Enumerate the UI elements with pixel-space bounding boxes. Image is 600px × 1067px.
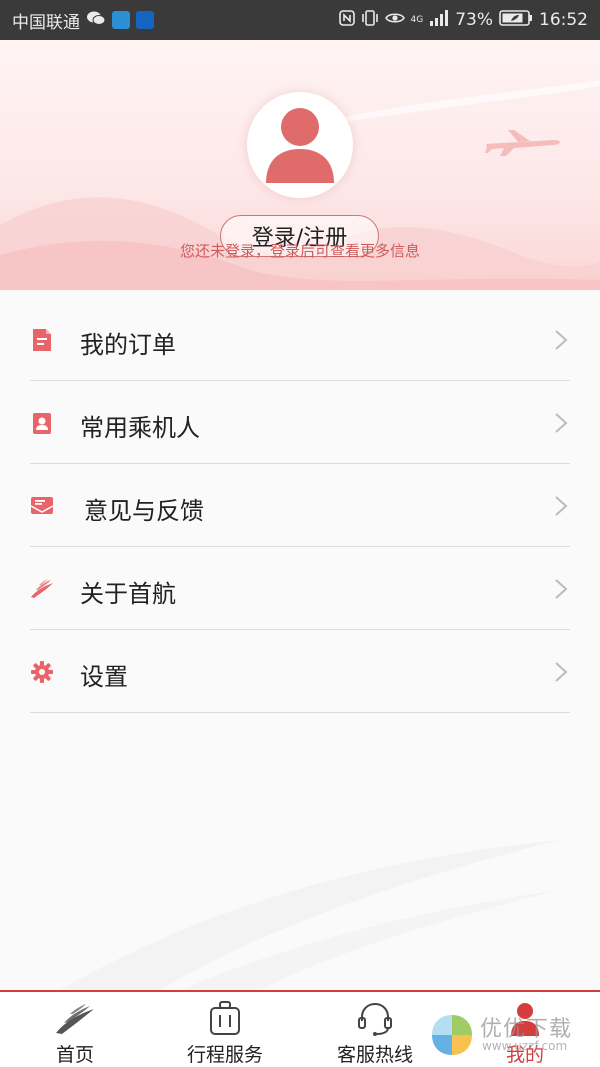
divider bbox=[30, 712, 570, 713]
menu-item-settings[interactable]: 设置 bbox=[0, 630, 600, 713]
home-logo-icon bbox=[54, 1000, 96, 1038]
menu-item-passengers[interactable]: 常用乘机人 bbox=[0, 381, 600, 464]
user-icon bbox=[508, 1000, 542, 1038]
bottom-tab-bar: 首页 行程服务 客服热线 我的 bbox=[0, 990, 600, 1067]
airline-logo-icon bbox=[31, 579, 53, 598]
signal-icon bbox=[429, 9, 449, 31]
avatar[interactable] bbox=[247, 92, 353, 198]
status-bar: 中国联通 4G 73% 16:52 bbox=[0, 0, 600, 40]
wechat-icon bbox=[86, 10, 106, 31]
chevron-right-icon bbox=[555, 330, 568, 350]
app-notification-icon bbox=[112, 11, 130, 29]
tab-label: 首页 bbox=[55, 1044, 94, 1066]
tab-home[interactable]: 首页 bbox=[0, 992, 150, 1067]
tab-label: 行程服务 bbox=[186, 1044, 263, 1066]
feedback-icon bbox=[30, 497, 54, 514]
settings-icon bbox=[31, 661, 53, 683]
headset-icon bbox=[356, 1000, 394, 1038]
eye-comfort-icon bbox=[384, 10, 405, 30]
menu-item-label: 设置 bbox=[80, 663, 128, 691]
menu-item-label: 常用乘机人 bbox=[80, 414, 200, 442]
default-user-icon bbox=[266, 108, 334, 183]
network-type: 4G bbox=[410, 15, 424, 25]
tab-mine[interactable]: 我的 bbox=[450, 992, 600, 1067]
status-bar-left: 中国联通 bbox=[12, 8, 154, 33]
tab-label: 我的 bbox=[505, 1044, 544, 1066]
airplane-icon bbox=[485, 130, 560, 156]
menu-item-about[interactable]: 关于首航 bbox=[0, 547, 600, 630]
menu-item-label: 意见与反馈 bbox=[84, 497, 204, 525]
swoosh-background bbox=[60, 840, 560, 990]
chevron-right-icon bbox=[555, 579, 568, 599]
order-icon bbox=[33, 329, 51, 351]
clock: 16:52 bbox=[539, 10, 588, 30]
tab-itinerary[interactable]: 行程服务 bbox=[150, 992, 300, 1067]
menu-item-label: 我的订单 bbox=[80, 331, 176, 359]
battery-icon bbox=[499, 9, 533, 31]
vibrate-icon bbox=[361, 9, 379, 31]
carrier-name: 中国联通 bbox=[12, 12, 80, 33]
menu-item-feedback[interactable]: 意见与反馈 bbox=[0, 464, 600, 547]
login-hint-text: 您还未登录，登录后可查看更多信息 bbox=[179, 242, 420, 260]
tab-customer-service[interactable]: 客服热线 bbox=[300, 992, 450, 1067]
nfc-icon bbox=[338, 9, 355, 31]
chevron-right-icon bbox=[555, 413, 568, 433]
passenger-icon bbox=[33, 413, 51, 434]
status-bar-right: 4G 73% 16:52 bbox=[338, 9, 588, 31]
chevron-right-icon bbox=[555, 662, 568, 682]
app-notification-icon-2 bbox=[136, 11, 154, 29]
chevron-right-icon bbox=[555, 496, 568, 516]
menu-item-label: 关于首航 bbox=[80, 580, 176, 608]
menu-item-orders[interactable]: 我的订单 bbox=[0, 298, 600, 381]
menu-list: 我的订单 常用乘机人 意见与反馈 关于首航 设置 bbox=[0, 298, 600, 713]
tab-label: 客服热线 bbox=[336, 1044, 413, 1066]
battery-percent: 73% bbox=[455, 10, 493, 30]
luggage-icon bbox=[209, 1000, 241, 1038]
